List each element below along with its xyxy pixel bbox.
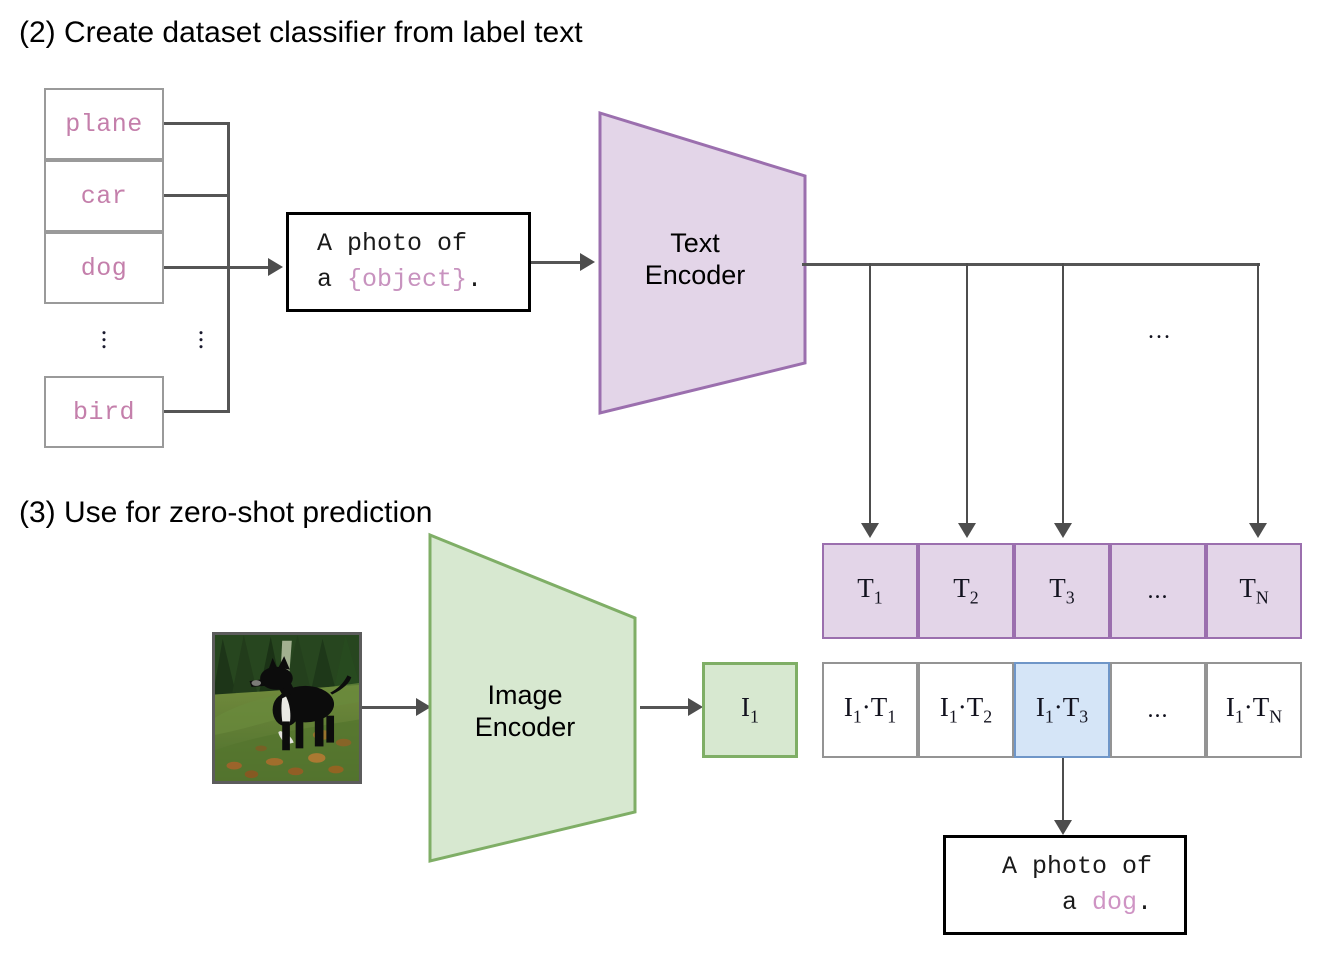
arrow-down-t3-icon [1054,523,1072,538]
vertical-ellipsis-connectors: ... [197,311,205,354]
connector-bird-stub [164,410,230,413]
vertical-ellipsis-labels: ... [100,311,108,354]
arrow-down-result-icon [1054,820,1072,835]
prompt-template-prefix: a [317,265,348,294]
similarity-label-2: I1·T2 [939,692,993,727]
similarity-label-3: I1·T3 [1035,692,1089,727]
input-photo[interactable] [212,632,362,784]
connector-car-stub [164,194,230,197]
connector-selected-to-result [1062,758,1064,822]
label-text-plane: plane [65,109,143,139]
arrow-down-t1-icon [861,523,879,538]
similarity-cell-ellipsis: ... [1110,662,1206,758]
label-box-car[interactable]: car [44,160,164,232]
result-suffix: . [1136,888,1152,917]
prompt-template-line2: a {object}. [317,262,528,298]
result-line2: a dog. [1062,885,1152,921]
similarity-label-n: I1·TN [1225,692,1283,727]
label-box-dog[interactable]: dog [44,232,164,304]
connector-image-encoder-to-embedding [640,706,690,709]
result-line1: A photo of [1001,851,1152,881]
text-embedding-label-2: T2 [953,573,979,608]
result-prefix: a [1061,888,1092,917]
text-embedding-cell-3[interactable]: T3 [1014,543,1110,639]
label-text-dog: dog [80,253,128,283]
connector-plane-stub [164,122,230,125]
arrow-down-t2-icon [958,523,976,538]
arrow-to-text-encoder-icon [580,253,595,271]
prompt-template-suffix: . [467,265,483,294]
text-embedding-label-1: T1 [857,573,883,608]
label-text-car: car [80,181,128,211]
similarity-cell-3-selected[interactable]: I1·T3 [1014,662,1110,758]
connector-drop-t1 [869,263,871,525]
text-embedding-label-3: T3 [1049,573,1075,608]
page-title-step2: (2) Create dataset classifier from label… [19,16,583,49]
text-encoder-shape[interactable] [595,108,810,418]
label-box-bird[interactable]: bird [44,376,164,448]
text-embedding-label-n: TN [1239,573,1269,608]
arrow-to-image-embedding-icon [688,698,703,716]
image-encoder-shape[interactable] [425,530,640,866]
similarity-cell-n[interactable]: I1·TN [1206,662,1302,758]
connector-drop-t2 [966,263,968,525]
arrow-to-prompt-icon [268,258,283,276]
prompt-template-box[interactable]: A photo of a {object}. [286,212,531,312]
arrow-down-tn-icon [1249,523,1267,538]
similarity-label-1: I1·T1 [843,692,897,727]
image-embedding-label: I1 [741,692,759,727]
result-token: dog [1091,888,1137,917]
similarity-cell-1[interactable]: I1·T1 [822,662,918,758]
text-embedding-cell-n[interactable]: TN [1206,543,1302,639]
connector-photo-to-image-encoder [362,706,418,709]
connector-prompt-to-text-encoder [531,261,581,264]
similarity-ellipsis: ... [1147,696,1169,723]
prompt-template-line1: A photo of [317,228,468,258]
text-embedding-cell-1[interactable]: T1 [822,543,918,639]
connector-drop-t3 [1062,263,1064,525]
label-text-bird: bird [72,397,135,427]
connector-bus-to-prompt [227,266,269,269]
connector-drop-tn [1257,263,1259,525]
photo-graphic [215,635,359,781]
bus-ellipsis: ... [1148,318,1172,344]
text-embedding-cell-2[interactable]: T2 [918,543,1014,639]
similarity-cell-2[interactable]: I1·T2 [918,662,1014,758]
clip-zero-shot-diagram: (2) Create dataset classifier from label… [0,0,1335,954]
text-embedding-cell-ellipsis: ... [1110,543,1206,639]
prediction-result-box[interactable]: A photo of a dog. [943,835,1187,935]
label-box-plane[interactable]: plane [44,88,164,160]
prompt-template-token: {object} [347,265,468,294]
connector-dog-stub [164,266,230,269]
text-embedding-ellipsis: ... [1147,577,1169,604]
image-embedding-box[interactable]: I1 [702,662,798,758]
page-title-step3: (3) Use for zero-shot prediction [19,496,433,529]
